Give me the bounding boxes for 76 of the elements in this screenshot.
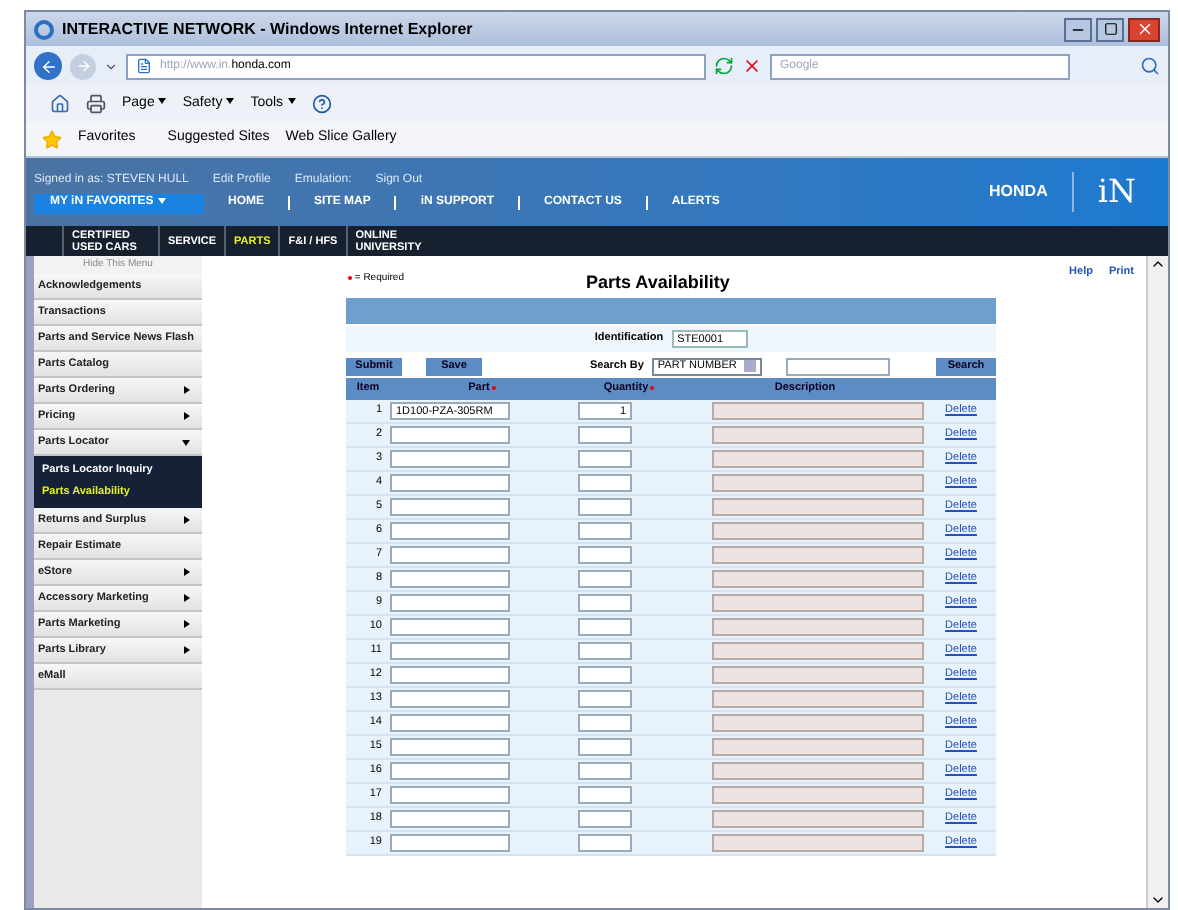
caret-icon [104,59,118,73]
page-title: Parts Availability [586,270,730,296]
caret-icon [226,98,235,105]
scroll-down-icon[interactable] [1150,892,1166,908]
quantity-input[interactable] [578,666,632,684]
part-input[interactable] [390,714,510,732]
part-input[interactable] [390,642,510,660]
quantity-input[interactable] [578,834,632,852]
part-input[interactable] [390,498,510,516]
caret-right-icon [184,646,190,654]
caret-icon [287,98,296,105]
part-input[interactable] [390,834,510,852]
forward-button[interactable] [70,53,96,79]
part-input[interactable] [390,522,510,540]
quantity-input[interactable] [578,690,632,708]
quantity-input[interactable] [578,618,632,636]
part-input[interactable] [390,450,510,468]
quantity-input[interactable] [578,570,632,588]
quantity-input[interactable] [578,594,632,612]
caret-right-icon [184,386,190,394]
quantity-input[interactable] [578,762,632,780]
quantity-input[interactable] [578,642,632,660]
close-icon [1135,20,1153,38]
part-input[interactable] [390,570,510,588]
part-input[interactable] [390,786,510,804]
forward-arrow-icon [75,58,91,74]
part-input[interactable] [390,666,510,684]
caret-icon [743,360,756,372]
part-input[interactable] [390,474,510,492]
back-button[interactable] [34,52,62,80]
quantity-input[interactable] [578,426,632,444]
part-input[interactable] [390,810,510,828]
quantity-input[interactable] [578,498,632,516]
part-input[interactable] [390,426,510,444]
quantity-input[interactable] [578,450,632,468]
home-icon[interactable] [50,94,70,114]
close-button[interactable] [1128,17,1160,41]
maximize-button[interactable] [1096,17,1124,41]
scrollbar[interactable] [1146,256,1168,908]
refresh-icon[interactable] [714,56,734,76]
quantity-input[interactable] [578,810,632,828]
help-icon[interactable] [311,94,332,114]
browser-icon [34,19,54,39]
part-input[interactable] [390,690,510,708]
caret-right-icon [184,412,190,420]
quantity-input[interactable] [578,546,632,564]
star-icon [42,129,62,149]
search-input[interactable] [785,357,890,375]
part-input[interactable] [390,738,510,756]
print-icon[interactable] [86,94,106,114]
part-input[interactable] [390,594,510,612]
part-input[interactable] [390,762,510,780]
caret-right-icon [184,516,190,524]
window-title: INTERACTIVE NETWORK - Windows Internet Explorer [62,17,473,41]
site-logo: iN [1097,170,1136,214]
page-icon [136,58,152,74]
part-input[interactable] [390,618,510,636]
quantity-input[interactable] [578,738,632,756]
back-arrow-icon [39,57,57,75]
scroll-up-icon[interactable] [1150,256,1166,272]
caret-right-icon [184,568,190,576]
caret-icon [158,98,167,105]
part-input[interactable] [390,546,510,564]
quantity-input[interactable] [578,474,632,492]
stop-icon[interactable] [742,56,762,76]
caret-icon [157,197,166,204]
quantity-input[interactable] [578,786,632,804]
maximize-icon [1103,22,1117,36]
search-icon[interactable] [1140,56,1160,76]
minimize-button[interactable] [1064,17,1092,41]
brand-logo: HONDA [989,180,1048,204]
quantity-input[interactable] [578,522,632,540]
caret-down-icon [182,439,190,445]
caret-right-icon [184,594,190,602]
quantity-input[interactable] [578,714,632,732]
caret-right-icon [184,620,190,628]
